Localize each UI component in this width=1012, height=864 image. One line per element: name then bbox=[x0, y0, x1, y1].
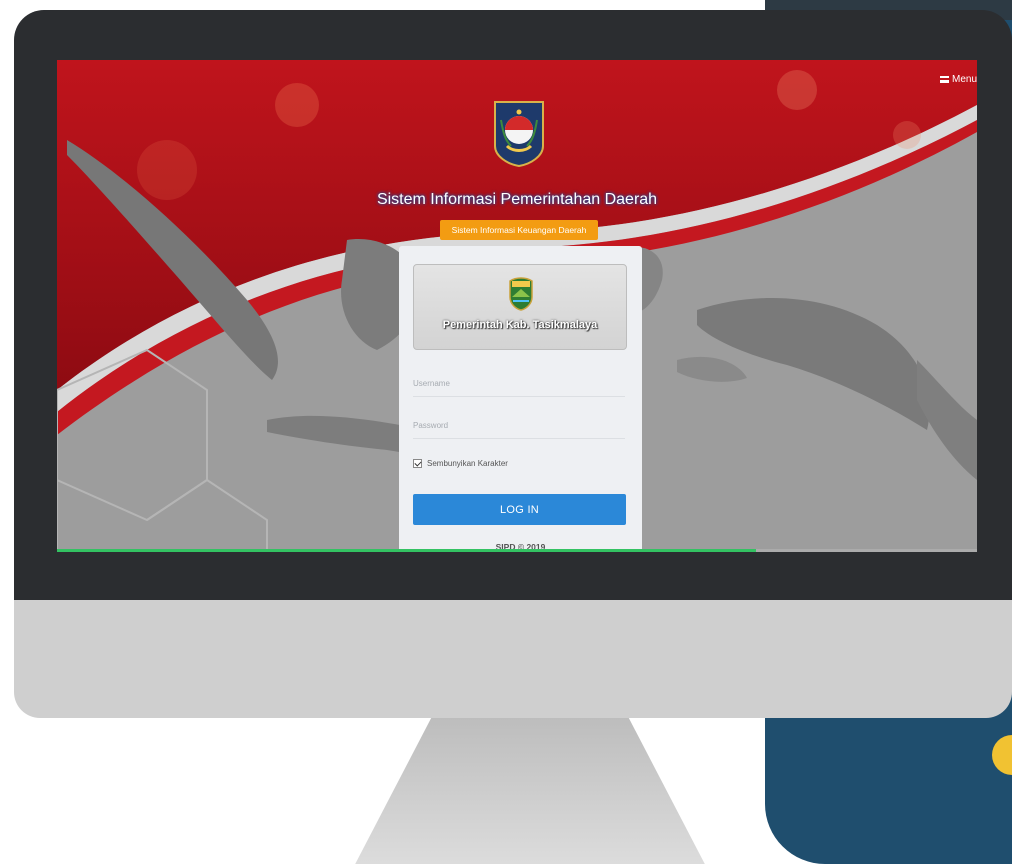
monitor-stand bbox=[355, 718, 705, 864]
login-screen: Menu Sistem Informasi Pemerintahan Daera… bbox=[57, 60, 977, 552]
password-input[interactable] bbox=[413, 412, 625, 439]
hide-characters-label: Sembunyikan Karakter bbox=[427, 459, 508, 468]
regency-logo-icon bbox=[509, 277, 533, 311]
monitor-chin bbox=[14, 600, 1012, 718]
organization-box: Pemerintah Kab. Tasikmalaya bbox=[413, 264, 627, 350]
organization-name: Pemerintah Kab. Tasikmalaya bbox=[442, 319, 598, 331]
menu-label: Menu bbox=[951, 74, 977, 85]
menu-button[interactable]: Menu bbox=[939, 74, 977, 85]
hamburger-icon bbox=[939, 76, 949, 83]
hide-characters-option[interactable]: Sembunyikan Karakter bbox=[413, 459, 508, 468]
username-input[interactable] bbox=[413, 370, 625, 397]
login-card: Pemerintah Kab. Tasikmalaya Sembunyikan … bbox=[399, 246, 642, 552]
login-button[interactable]: LOG IN bbox=[413, 494, 626, 525]
system-title: Sistem Informasi Pemerintahan Daerah bbox=[376, 191, 658, 208]
garuda-emblem-icon bbox=[494, 101, 544, 168]
page-load-progress-fill bbox=[57, 549, 757, 552]
hide-characters-checkbox[interactable] bbox=[413, 459, 422, 468]
subsystem-badge: Sistem Informasi Keuangan Daerah bbox=[440, 220, 598, 240]
page-load-progress bbox=[57, 549, 977, 552]
